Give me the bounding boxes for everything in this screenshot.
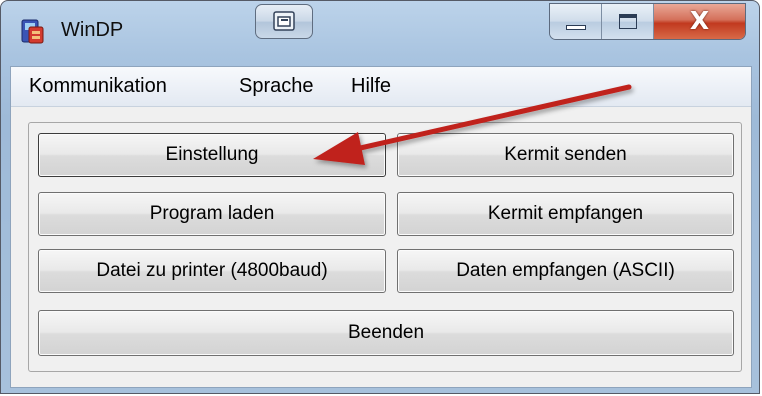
- kermit-senden-button[interactable]: Kermit senden: [397, 133, 734, 177]
- menu-kommunikation[interactable]: Kommunikation: [29, 75, 167, 98]
- title-bar[interactable]: WinDP X: [1, 1, 759, 57]
- minimize-icon: [566, 25, 586, 30]
- beenden-button[interactable]: Beenden: [38, 310, 734, 356]
- client-area: Kommunikation Sprache Hilfe Einstellung …: [10, 66, 752, 388]
- minimize-button[interactable]: [550, 4, 602, 39]
- window-title: WinDP: [61, 19, 124, 41]
- maximize-icon: [619, 14, 637, 29]
- maximize-button[interactable]: [602, 4, 654, 39]
- datei-printer-button[interactable]: Datei zu printer (4800baud): [38, 249, 386, 293]
- app-window: WinDP X Kommunikation Sprache Hilfe Eins…: [0, 0, 760, 394]
- daten-empfangen-button[interactable]: Daten empfangen (ASCII): [397, 249, 734, 293]
- extra-titlebar-button[interactable]: [255, 4, 313, 39]
- app-icon[interactable]: [19, 18, 47, 46]
- kermit-empfangen-button[interactable]: Kermit empfangen: [397, 192, 734, 236]
- menu-sprache[interactable]: Sprache: [239, 75, 314, 98]
- program-laden-button[interactable]: Program laden: [38, 192, 386, 236]
- menu-hilfe[interactable]: Hilfe: [351, 75, 391, 98]
- close-button[interactable]: X: [654, 4, 745, 39]
- close-icon: X: [689, 6, 710, 35]
- einstellung-button[interactable]: Einstellung: [38, 133, 386, 177]
- window-controls: X: [549, 3, 746, 40]
- menu-bar: Kommunikation Sprache Hilfe: [11, 67, 751, 107]
